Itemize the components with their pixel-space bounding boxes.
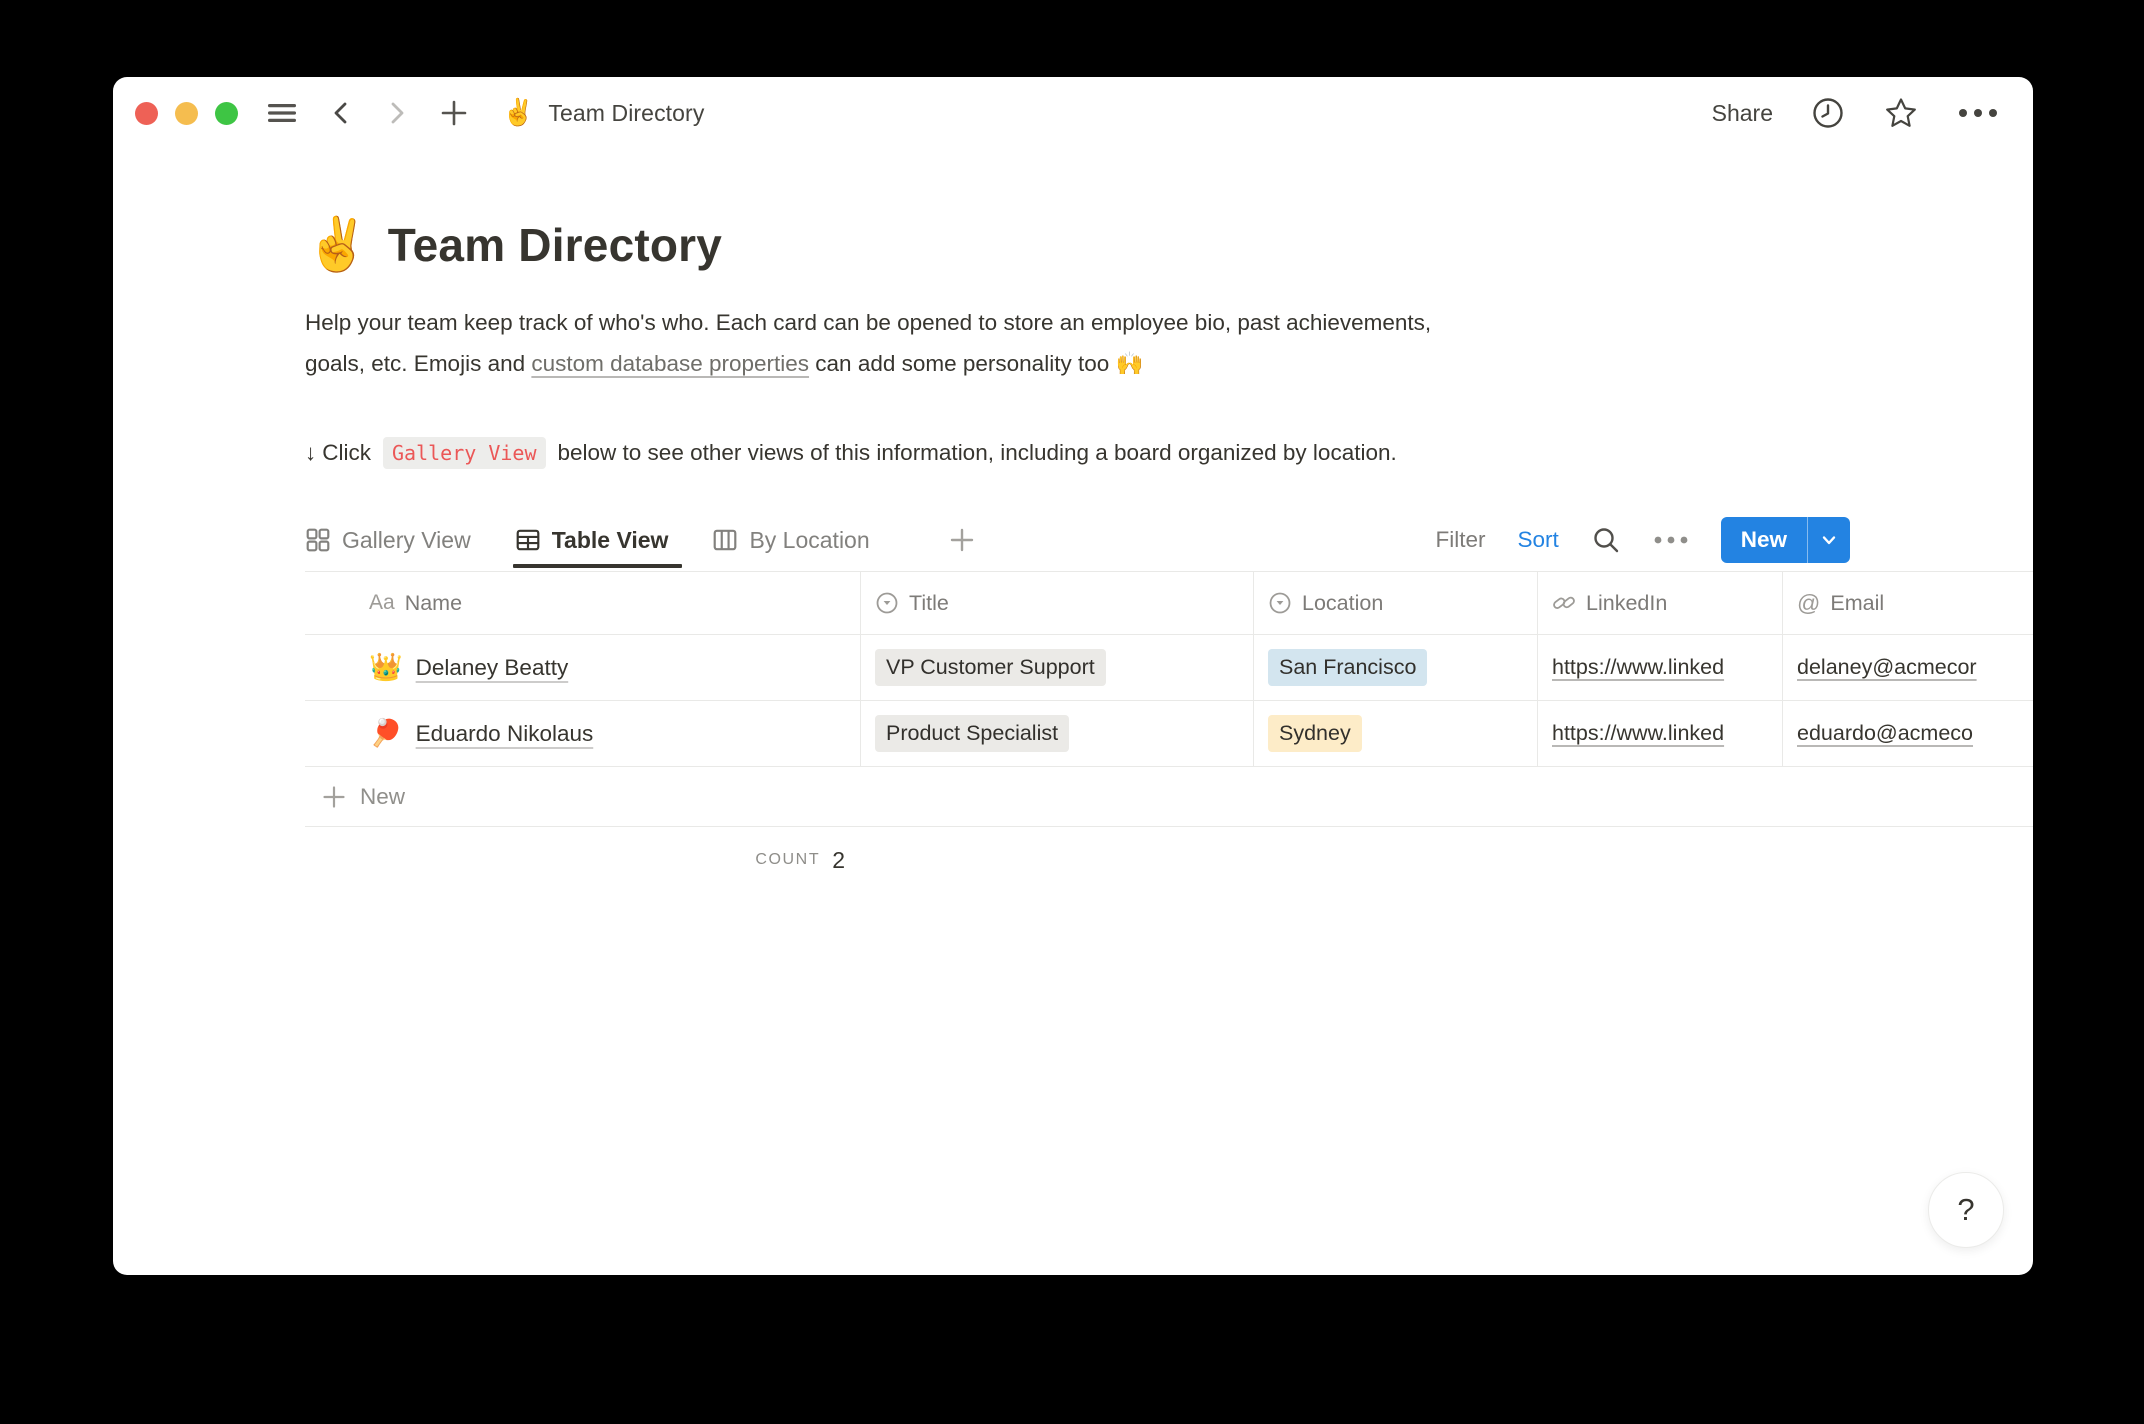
- page-description[interactable]: Help your team keep track of who's who. …: [305, 302, 1775, 385]
- count-label: COUNT: [755, 851, 820, 869]
- new-row-button[interactable]: New: [305, 767, 2033, 827]
- views-toolbar-row: Gallery View Table View By Location Filt…: [305, 509, 1850, 571]
- column-header-name[interactable]: Aa Name: [305, 572, 861, 634]
- linkedin-url-link[interactable]: https://www.linked: [1552, 721, 1724, 746]
- back-icon[interactable]: [328, 100, 354, 126]
- traffic-lights: [135, 102, 238, 125]
- record-name-link[interactable]: Delaney Beatty: [416, 655, 569, 681]
- tab-by-location[interactable]: By Location: [712, 527, 869, 554]
- chevron-down-icon: [1819, 530, 1839, 550]
- page-icon[interactable]: ✌️: [305, 219, 370, 271]
- titlebar: ✌️ Team Directory Share: [113, 77, 2033, 149]
- share-button[interactable]: Share: [1712, 100, 1773, 127]
- email-cell[interactable]: delaney@acmecor: [1783, 635, 2033, 700]
- page-title[interactable]: Team Directory: [388, 218, 722, 272]
- record-name-link[interactable]: Eduardo Nikolaus: [416, 721, 594, 747]
- name-cell[interactable]: 👑 Delaney Beatty: [305, 635, 861, 700]
- table-row: 👑 Delaney Beatty VP Customer Support San…: [305, 635, 2033, 701]
- minimize-window-button[interactable]: [175, 102, 198, 125]
- location-cell[interactable]: San Francisco: [1254, 635, 1538, 700]
- linkedin-cell[interactable]: https://www.linked: [1538, 635, 1783, 700]
- select-property-icon: [875, 591, 899, 615]
- plus-icon: [321, 784, 347, 810]
- table-header-row: Aa Name Title Location LinkedIn: [305, 572, 2033, 635]
- column-header-title[interactable]: Title: [861, 572, 1254, 634]
- table-row: 🏓 Eduardo Nikolaus Product Specialist Sy…: [305, 701, 2033, 767]
- count-value: 2: [832, 847, 845, 874]
- board-icon: [712, 527, 738, 553]
- url-property-icon: [1552, 591, 1576, 615]
- column-header-email[interactable]: @ Email: [1783, 572, 2033, 634]
- tab-gallery-view[interactable]: Gallery View: [305, 527, 471, 554]
- app-window: ✌️ Team Directory Share ✌️ Team Director…: [113, 77, 2033, 1275]
- new-record-button[interactable]: New: [1721, 517, 1807, 563]
- row-emoji-icon: 🏓: [369, 720, 403, 747]
- window-title: Team Directory: [548, 100, 704, 127]
- close-window-button[interactable]: [135, 102, 158, 125]
- page-emoji-icon: ✌️: [502, 100, 534, 126]
- new-record-button-group: New: [1721, 517, 1850, 563]
- hint-line[interactable]: ↓ Click Gallery View below to see other …: [305, 437, 2033, 469]
- search-icon[interactable]: [1591, 525, 1621, 555]
- down-arrow-glyph: ↓: [305, 440, 316, 466]
- column-header-linkedin[interactable]: LinkedIn: [1538, 572, 1783, 634]
- history-clock-icon[interactable]: [1811, 96, 1845, 130]
- row-emoji-icon: 👑: [369, 654, 403, 681]
- help-button[interactable]: ?: [1928, 1172, 2004, 1248]
- location-cell[interactable]: Sydney: [1254, 701, 1538, 766]
- tab-table-view[interactable]: Table View: [515, 527, 669, 554]
- select-property-icon: [1268, 591, 1292, 615]
- location-tag: Sydney: [1268, 715, 1362, 752]
- favorite-star-icon[interactable]: [1883, 95, 1919, 131]
- linkedin-cell[interactable]: https://www.linked: [1538, 701, 1783, 766]
- email-link[interactable]: delaney@acmecor: [1797, 655, 1977, 680]
- database-table: Aa Name Title Location LinkedIn: [305, 571, 2033, 893]
- filter-button[interactable]: Filter: [1435, 527, 1485, 553]
- custom-properties-link[interactable]: custom database properties: [531, 351, 809, 376]
- linkedin-url-link[interactable]: https://www.linked: [1552, 655, 1724, 680]
- location-tag: San Francisco: [1268, 649, 1427, 686]
- more-options-icon[interactable]: [1957, 107, 1999, 119]
- forward-icon[interactable]: [384, 100, 410, 126]
- breadcrumb[interactable]: ✌️ Team Directory: [502, 100, 704, 127]
- email-cell[interactable]: eduardo@acmeco: [1783, 701, 2033, 766]
- table-icon: [515, 527, 541, 553]
- gallery-icon: [305, 527, 331, 553]
- title-tag: VP Customer Support: [875, 649, 1106, 686]
- add-view-icon[interactable]: [948, 526, 976, 554]
- title-cell[interactable]: VP Customer Support: [861, 635, 1254, 700]
- menu-icon[interactable]: [266, 101, 298, 125]
- email-property-icon: @: [1797, 590, 1820, 617]
- title-tag: Product Specialist: [875, 715, 1069, 752]
- title-cell[interactable]: Product Specialist: [861, 701, 1254, 766]
- name-cell[interactable]: 🏓 Eduardo Nikolaus: [305, 701, 861, 766]
- raised-hands-emoji: 🙌: [1115, 351, 1143, 377]
- email-link[interactable]: eduardo@acmeco: [1797, 721, 1973, 746]
- text-property-icon: Aa: [369, 591, 395, 615]
- gallery-view-code: Gallery View: [383, 437, 546, 469]
- sort-button[interactable]: Sort: [1517, 527, 1558, 553]
- zoom-window-button[interactable]: [215, 102, 238, 125]
- new-dropdown-button[interactable]: [1807, 517, 1850, 563]
- column-header-location[interactable]: Location: [1254, 572, 1538, 634]
- new-tab-icon[interactable]: [440, 99, 468, 127]
- view-options-icon[interactable]: [1653, 535, 1689, 545]
- count-control[interactable]: COUNT 2: [305, 827, 861, 893]
